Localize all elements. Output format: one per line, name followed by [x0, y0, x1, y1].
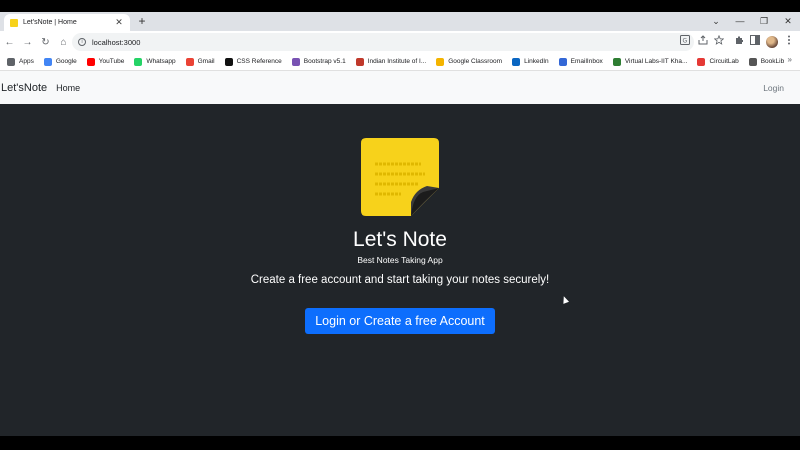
- bookmark-label: CircuitLab: [709, 58, 739, 65]
- bookmark-item[interactable]: YouTube: [86, 57, 125, 66]
- close-window-button[interactable]: ✕: [776, 14, 800, 28]
- share-icon[interactable]: [696, 34, 710, 50]
- hero-title: Let's Note: [353, 228, 447, 251]
- bookmark-favicon-icon: [291, 57, 300, 66]
- bookmark-item[interactable]: Google Classroom: [436, 57, 503, 66]
- address-text: localhost:3000: [92, 37, 141, 47]
- bookmark-label: Virtual Labs-IIT Kha...: [624, 58, 688, 65]
- star-icon[interactable]: [712, 34, 726, 50]
- bookmark-item[interactable]: CircuitLab: [697, 57, 739, 66]
- bookmark-label: Gmail: [197, 58, 215, 65]
- site-navbar: Let'sNote Home Login: [0, 71, 800, 104]
- bookmark-favicon-icon: [43, 57, 52, 66]
- reload-icon[interactable]: ↻: [37, 34, 54, 51]
- page-viewport: Let'sNote Home Login Let's Note Best Not…: [0, 71, 800, 436]
- bookmark-item[interactable]: Apps: [7, 57, 34, 66]
- bookmark-favicon-icon: [512, 57, 521, 66]
- mouse-cursor-icon: [560, 295, 570, 304]
- bookmark-label: CSS Reference: [236, 58, 282, 65]
- browser-toolbar: ← → ↻ ⌂ i localhost:3000 G: [0, 31, 800, 53]
- nav-home-link[interactable]: Home: [56, 83, 80, 93]
- bookmark-label: BookLib: [760, 58, 785, 65]
- bookmark-favicon-icon: [748, 57, 757, 66]
- bookmarks-overflow-icon[interactable]: »: [788, 55, 792, 64]
- bookmark-favicon-icon: [185, 57, 194, 66]
- bookmark-favicon-icon: [224, 57, 233, 66]
- translate-icon[interactable]: G: [678, 34, 692, 50]
- bookmark-label: Whatsapp: [146, 58, 176, 65]
- bookmark-label: Google Classroom: [448, 58, 503, 65]
- note-favicon-icon: [10, 18, 18, 27]
- bookmark-label: LinkedIn: [524, 58, 549, 65]
- close-tab-icon[interactable]: ✕: [114, 17, 124, 28]
- bookmark-favicon-icon: [86, 57, 95, 66]
- bookmark-favicon-icon: [697, 57, 706, 66]
- bookmark-label: Google: [55, 58, 77, 65]
- menu-icon[interactable]: [782, 34, 796, 50]
- back-icon[interactable]: ←: [1, 34, 18, 51]
- bookmark-item[interactable]: Gmail: [185, 57, 215, 66]
- bookmark-label: EmailInbox: [570, 58, 603, 65]
- bookmark-favicon-icon: [558, 57, 567, 66]
- home-icon[interactable]: ⌂: [55, 34, 72, 51]
- tab-search-icon[interactable]: ⌄: [704, 14, 728, 28]
- bookmark-item[interactable]: Indian Institute of I...: [355, 57, 427, 66]
- bookmark-item[interactable]: BookLib: [748, 57, 785, 66]
- login-or-signup-button[interactable]: Login or Create a free Account: [305, 308, 495, 334]
- bookmark-favicon-icon: [612, 57, 621, 66]
- bookmark-item[interactable]: Whatsapp: [134, 57, 176, 66]
- tab-title: Let'sNote | Home: [23, 19, 77, 26]
- side-panel-icon[interactable]: [748, 34, 762, 50]
- bookmark-favicon-icon: [436, 57, 445, 66]
- bookmark-item[interactable]: LinkedIn: [512, 57, 549, 66]
- minimize-button[interactable]: —: [728, 14, 752, 28]
- forward-icon[interactable]: →: [19, 34, 36, 51]
- svg-text:G: G: [683, 38, 688, 45]
- bookmark-label: Apps: [19, 58, 34, 65]
- bookmark-item[interactable]: EmailInbox: [558, 57, 603, 66]
- browser-window: Let'sNote | Home ✕ + ⌄ — ❐ ✕ ← → ↻ ⌂ i l…: [0, 12, 800, 436]
- profile-avatar[interactable]: [766, 36, 778, 48]
- browser-tab[interactable]: Let'sNote | Home ✕: [4, 14, 130, 31]
- bookmark-item[interactable]: Virtual Labs-IIT Kha...: [612, 57, 688, 66]
- nav-login-link[interactable]: Login: [763, 83, 784, 93]
- address-bar[interactable]: i localhost:3000: [72, 33, 694, 51]
- bookmark-label: Bootstrap v5.1: [303, 58, 346, 65]
- bookmark-favicon-icon: [7, 57, 15, 66]
- new-tab-button[interactable]: +: [135, 14, 149, 28]
- bookmark-favicon-icon: [134, 57, 143, 66]
- bookmark-item[interactable]: CSS Reference: [224, 57, 282, 66]
- restore-button[interactable]: ❐: [752, 14, 776, 28]
- extensions-icon[interactable]: [732, 34, 746, 50]
- bookmark-label: Indian Institute of I...: [367, 58, 427, 65]
- bookmark-item[interactable]: Bootstrap v5.1: [291, 57, 346, 66]
- bookmark-label: YouTube: [98, 58, 125, 65]
- site-info-icon[interactable]: i: [78, 38, 86, 46]
- hero-subtitle: Best Notes Taking App: [357, 255, 443, 265]
- hero-lead-text: Create a free account and start taking y…: [250, 274, 550, 286]
- bookmarks-bar: Apps Google YouTube Whatsapp Gmail CSS Refere…: [0, 53, 800, 71]
- site-brand[interactable]: Let'sNote: [1, 82, 47, 94]
- sticky-note-logo-icon: [361, 138, 439, 216]
- bookmark-favicon-icon: [355, 57, 364, 66]
- tab-strip: Let'sNote | Home ✕ + ⌄ — ❐ ✕: [0, 12, 800, 31]
- bookmark-item[interactable]: Google: [43, 57, 77, 66]
